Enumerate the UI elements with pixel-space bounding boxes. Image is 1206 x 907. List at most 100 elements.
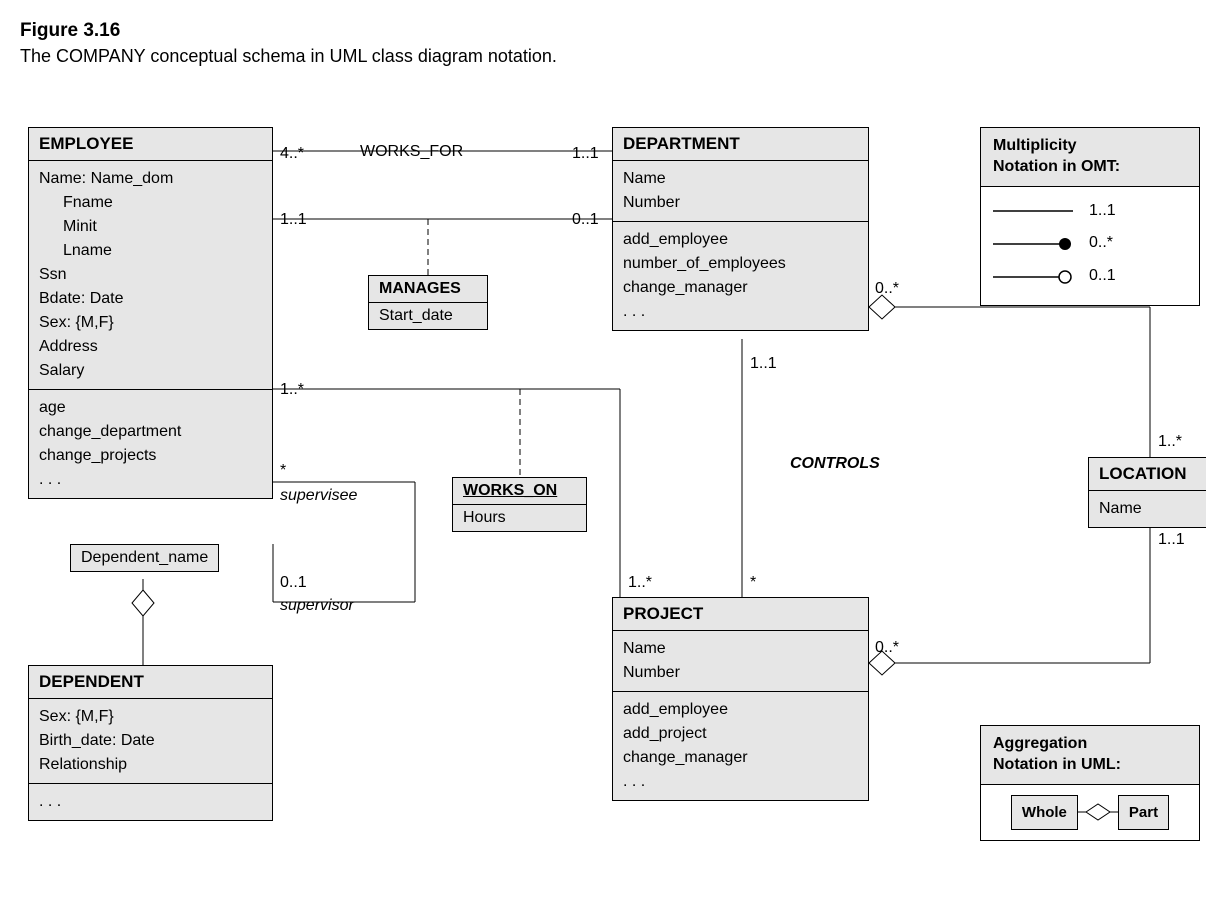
assoc-label-works-for: WORKS_FOR [360, 143, 463, 161]
legend-aggregation: Aggregation Notation in UML: Whole Part [980, 725, 1200, 841]
qualifier-label: Dependent_name [81, 549, 208, 566]
assoc-class-manages: MANAGES Start_date [368, 275, 488, 330]
mult-works-for-left: 4..* [280, 145, 304, 163]
op: add_employee [623, 698, 858, 722]
assoc-attr: Start_date [369, 303, 487, 329]
class-attributes: Name: Name_dom Fname Minit Lname Ssn Bda… [29, 161, 272, 390]
attr: Lname [63, 239, 262, 263]
legend-title-line2: Notation in OMT: [993, 158, 1120, 175]
op: . . . [39, 468, 262, 492]
op: . . . [623, 300, 858, 324]
attr: Bdate: Date [39, 287, 262, 311]
attr: Minit [63, 215, 262, 239]
legend-title-line2: Notation in UML: [993, 756, 1121, 773]
class-project: PROJECT Name Number add_employee add_pro… [612, 597, 869, 801]
legend-row: 0..* [993, 229, 1187, 258]
op: change_manager [623, 276, 858, 300]
attr: Salary [39, 359, 262, 383]
qualifier-dependent-name: Dependent_name [70, 544, 219, 572]
op: add_employee [623, 228, 858, 252]
attr: Relationship [39, 753, 262, 777]
notation-open-circle-icon [993, 269, 1073, 285]
legend-title-line1: Multiplicity [993, 137, 1077, 154]
assoc-attr: Hours [453, 505, 586, 531]
op: change_department [39, 420, 262, 444]
notation-filled-circle-icon [993, 236, 1073, 252]
attr: Number [623, 191, 858, 215]
class-location: LOCATION Name [1088, 457, 1206, 528]
diagram-canvas: EMPLOYEE Name: Name_dom Fname Minit Lnam… [20, 107, 1186, 877]
class-operations: add_employee add_project change_manager … [613, 692, 868, 800]
legend-body: Whole Part [981, 785, 1199, 840]
op: . . . [39, 790, 262, 814]
class-name: PROJECT [613, 598, 868, 631]
legend-title: Multiplicity Notation in OMT: [981, 128, 1199, 187]
legend-title: Aggregation Notation in UML: [981, 726, 1199, 785]
legend-body: 1..1 0..* 0..1 [981, 187, 1199, 305]
attr: Address [39, 335, 262, 359]
mult-dept-loc-dept: 0..* [875, 280, 899, 298]
part-box: Part [1118, 795, 1169, 830]
class-name: DEPENDENT [29, 666, 272, 699]
mult-supervisee: * [280, 462, 286, 480]
op: number_of_employees [623, 252, 858, 276]
attr: Birth_date: Date [39, 729, 262, 753]
mult-works-on-right: 1..* [628, 574, 652, 592]
role-supervisor: supervisor [280, 597, 354, 615]
assoc-name: WORKS_ON [453, 478, 586, 505]
figure-caption: The COMPANY conceptual schema in UML cla… [20, 46, 1186, 67]
class-name: DEPARTMENT [613, 128, 868, 161]
legend-omt: Multiplicity Notation in OMT: 1..1 0..* … [980, 127, 1200, 306]
figure-title: Figure 3.16 [20, 20, 1186, 42]
assoc-name: MANAGES [369, 276, 487, 303]
diamond-icon [1078, 801, 1118, 823]
class-employee: EMPLOYEE Name: Name_dom Fname Minit Lnam… [28, 127, 273, 499]
class-department: DEPARTMENT Name Number add_employee numb… [612, 127, 869, 331]
mult-works-on-left: 1..* [280, 381, 304, 399]
attr: Name [1099, 497, 1197, 521]
mult-controls-bottom: * [750, 574, 756, 592]
op: change_manager [623, 746, 858, 770]
mult-controls-top: 1..1 [750, 355, 777, 373]
mult-works-for-right: 1..1 [572, 145, 599, 163]
attr: Sex: {M,F} [39, 705, 262, 729]
class-attributes: Name Number [613, 631, 868, 692]
mult-proj-loc-proj: 0..* [875, 639, 899, 657]
legend-value: 0..* [1089, 229, 1113, 258]
mult-dept-loc-loc: 1..* [1158, 433, 1182, 451]
attr: Number [623, 661, 858, 685]
attr: Name [623, 637, 858, 661]
class-attributes: Sex: {M,F} Birth_date: Date Relationship [29, 699, 272, 784]
mult-manages-left: 1..1 [280, 211, 307, 229]
attr: Name [623, 167, 858, 191]
op: change_projects [39, 444, 262, 468]
class-attributes: Name [1089, 491, 1206, 527]
class-name: LOCATION [1089, 458, 1206, 491]
op: age [39, 396, 262, 420]
notation-line-icon [993, 203, 1073, 219]
legend-row: 1..1 [993, 197, 1187, 226]
class-attributes: Name Number [613, 161, 868, 222]
mult-supervisor: 0..1 [280, 574, 307, 592]
class-dependent: DEPENDENT Sex: {M,F} Birth_date: Date Re… [28, 665, 273, 821]
class-operations: add_employee number_of_employees change_… [613, 222, 868, 330]
legend-value: 1..1 [1089, 197, 1116, 226]
legend-title-line1: Aggregation [993, 735, 1087, 752]
attr: Sex: {M,F} [39, 311, 262, 335]
class-operations: . . . [29, 784, 272, 820]
assoc-class-works-on: WORKS_ON Hours [452, 477, 587, 532]
assoc-label-controls: CONTROLS [790, 455, 880, 473]
class-operations: age change_department change_projects . … [29, 390, 272, 498]
class-name: EMPLOYEE [29, 128, 272, 161]
attr: Name: Name_dom [39, 167, 262, 191]
attr: Ssn [39, 263, 262, 287]
legend-value: 0..1 [1089, 262, 1116, 291]
legend-row: 0..1 [993, 262, 1187, 291]
whole-box: Whole [1011, 795, 1078, 830]
op: add_project [623, 722, 858, 746]
mult-proj-loc-loc: 1..1 [1158, 531, 1185, 549]
attr: Fname [63, 191, 262, 215]
op: . . . [623, 770, 858, 794]
role-supervisee: supervisee [280, 487, 357, 505]
mult-manages-right: 0..1 [572, 211, 599, 229]
